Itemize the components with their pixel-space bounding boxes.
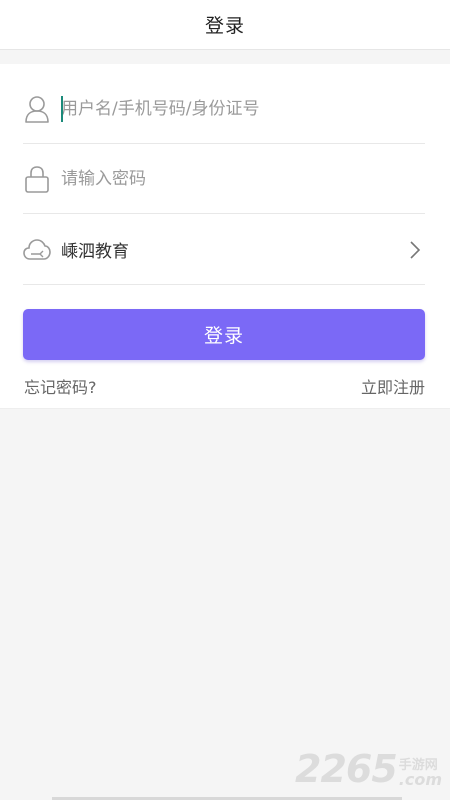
watermark-side: 手游网 .com xyxy=(399,759,442,788)
school-selector[interactable]: 嵊泗教育 xyxy=(23,215,425,285)
chevron-right-icon xyxy=(405,238,425,262)
cloud-icon xyxy=(23,235,51,265)
login-button[interactable]: 登录 xyxy=(23,309,425,360)
school-selected-label: 嵊泗教育 xyxy=(61,242,129,262)
forgot-password-link[interactable]: 忘记密码? xyxy=(24,374,97,398)
lock-icon xyxy=(23,164,51,194)
app-header: 登录 xyxy=(0,0,450,50)
username-row[interactable] xyxy=(23,74,425,144)
watermark-number: 2265 xyxy=(295,747,398,791)
username-input[interactable] xyxy=(61,93,425,124)
login-form: 嵊泗教育 登录 忘记密码? 立即注册 xyxy=(0,64,450,409)
page-title: 登录 xyxy=(204,15,245,37)
text-caret xyxy=(61,96,63,122)
password-input[interactable] xyxy=(61,163,425,194)
register-link[interactable]: 立即注册 xyxy=(361,374,425,398)
user-icon xyxy=(23,94,51,124)
watermark-site-com: .com xyxy=(398,770,442,789)
site-watermark: 2265 手游网 .com xyxy=(295,750,442,788)
password-row[interactable] xyxy=(23,144,425,214)
